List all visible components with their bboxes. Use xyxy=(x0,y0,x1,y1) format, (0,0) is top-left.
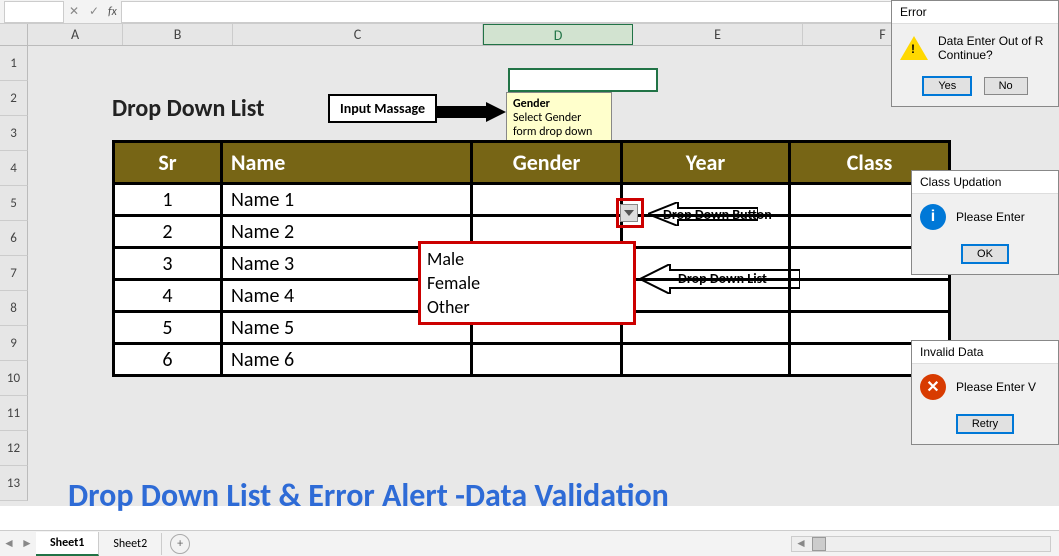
row-6[interactable]: 6 xyxy=(0,221,28,256)
stop-icon: ✕ xyxy=(920,374,946,400)
col-E[interactable]: E xyxy=(633,24,803,45)
row-5[interactable]: 5 xyxy=(0,186,28,221)
row-headers: 1 2 3 4 5 6 7 8 9 10 11 12 13 xyxy=(0,46,28,501)
retry-button[interactable]: Retry xyxy=(956,414,1014,434)
yes-button[interactable]: Yes xyxy=(922,76,972,96)
dropdown-button[interactable] xyxy=(620,204,638,222)
cell-sr[interactable]: 6 xyxy=(114,344,222,376)
fx-icon[interactable]: fx xyxy=(108,5,117,19)
dropdown-option[interactable]: Female xyxy=(427,271,627,295)
row-3[interactable]: 3 xyxy=(0,116,28,151)
col-C[interactable]: C xyxy=(233,24,483,45)
row-8[interactable]: 8 xyxy=(0,291,28,326)
dialog-title: Invalid Data xyxy=(912,341,1058,364)
cell-sr[interactable]: 4 xyxy=(114,280,222,312)
tab-nav-next-icon[interactable]: ► xyxy=(18,536,36,551)
no-button[interactable]: No xyxy=(984,77,1028,95)
select-all-corner[interactable] xyxy=(0,24,28,45)
cell-name[interactable]: Name 6 xyxy=(222,344,472,376)
horizontal-scrollbar[interactable]: ◄ xyxy=(791,536,1051,552)
table-row[interactable]: 1Name 1 xyxy=(114,184,950,216)
row-1[interactable]: 1 xyxy=(0,46,28,81)
chevron-down-icon xyxy=(624,208,634,218)
tooltip-title: Gender xyxy=(513,97,605,111)
dropdown-option[interactable]: Other xyxy=(427,295,627,319)
cell-sr[interactable]: 5 xyxy=(114,312,222,344)
row-9[interactable]: 9 xyxy=(0,326,28,361)
ok-button[interactable]: OK xyxy=(961,244,1009,264)
name-box[interactable] xyxy=(4,1,64,23)
cell-year[interactable] xyxy=(622,312,790,344)
info-icon: i xyxy=(920,204,946,230)
col-B[interactable]: B xyxy=(123,24,233,45)
dialog-title: Class Updation xyxy=(912,171,1058,194)
page-title: Drop Down List xyxy=(112,94,264,123)
cancel-formula-icon[interactable]: ✕ xyxy=(64,4,84,19)
tab-sheet2[interactable]: Sheet2 xyxy=(99,533,162,555)
cell-class[interactable] xyxy=(790,280,950,312)
dialog-text: Please Enter V xyxy=(956,380,1036,394)
arrow-icon xyxy=(436,102,506,122)
cell-sr[interactable]: 2 xyxy=(114,216,222,248)
cell-class[interactable] xyxy=(790,312,950,344)
row-11[interactable]: 11 xyxy=(0,396,28,431)
hdr-name: Name xyxy=(222,142,472,184)
dropdown-option[interactable]: Male xyxy=(427,247,627,271)
dialog-info: Class Updation i Please Enter OK xyxy=(911,170,1059,275)
dialog-error: Error ! Data Enter Out of R Continue? Ye… xyxy=(891,0,1059,107)
row-7[interactable]: 7 xyxy=(0,256,28,291)
col-D[interactable]: D xyxy=(483,24,633,45)
tab-sheet1[interactable]: Sheet1 xyxy=(36,532,99,556)
warning-icon: ! xyxy=(900,36,928,60)
cell-gender[interactable] xyxy=(472,344,622,376)
accept-formula-icon[interactable]: ✓ xyxy=(84,4,104,19)
sheet-tabs: ◄ ► Sheet1 Sheet2 + ◄ xyxy=(0,530,1059,556)
cell-sr[interactable]: 1 xyxy=(114,184,222,216)
hdr-gender: Gender xyxy=(472,142,622,184)
dialog-text: Continue? xyxy=(938,48,1043,62)
dialog-text: Data Enter Out of R xyxy=(938,34,1043,48)
table-row[interactable]: 6Name 6 xyxy=(114,344,950,376)
annotation-input-message: Input Massage xyxy=(328,94,437,123)
row-12[interactable]: 12 xyxy=(0,431,28,466)
cell-sr[interactable]: 3 xyxy=(114,248,222,280)
dialog-title: Error xyxy=(892,1,1058,24)
row-2[interactable]: 2 xyxy=(0,81,28,116)
hdr-year: Year xyxy=(622,142,790,184)
cell-name[interactable]: Name 1 xyxy=(222,184,472,216)
col-A[interactable]: A xyxy=(28,24,123,45)
caption: Drop Down List & Error Alert -Data Valid… xyxy=(68,476,669,515)
row-4[interactable]: 4 xyxy=(0,151,28,186)
annotation-dd-button: Drop Down Button xyxy=(663,206,772,223)
cell-year[interactable] xyxy=(622,344,790,376)
row-10[interactable]: 10 xyxy=(0,361,28,396)
dialog-stop: Invalid Data ✕ Please Enter V Retry xyxy=(911,340,1059,445)
annotation-dd-list: Drop Down List xyxy=(678,270,767,287)
dialog-text: Please Enter xyxy=(956,210,1025,224)
tab-nav-prev-icon[interactable]: ◄ xyxy=(0,536,18,551)
hdr-sr: Sr xyxy=(114,142,222,184)
dropdown-list[interactable]: Male Female Other xyxy=(418,241,636,325)
grid: 1 2 3 4 5 6 7 8 9 10 11 12 13 Drop Down … xyxy=(0,46,1059,506)
active-cell[interactable] xyxy=(508,68,658,92)
row-13[interactable]: 13 xyxy=(0,466,28,501)
cell-gender[interactable] xyxy=(472,184,622,216)
new-sheet-button[interactable]: + xyxy=(170,534,190,554)
